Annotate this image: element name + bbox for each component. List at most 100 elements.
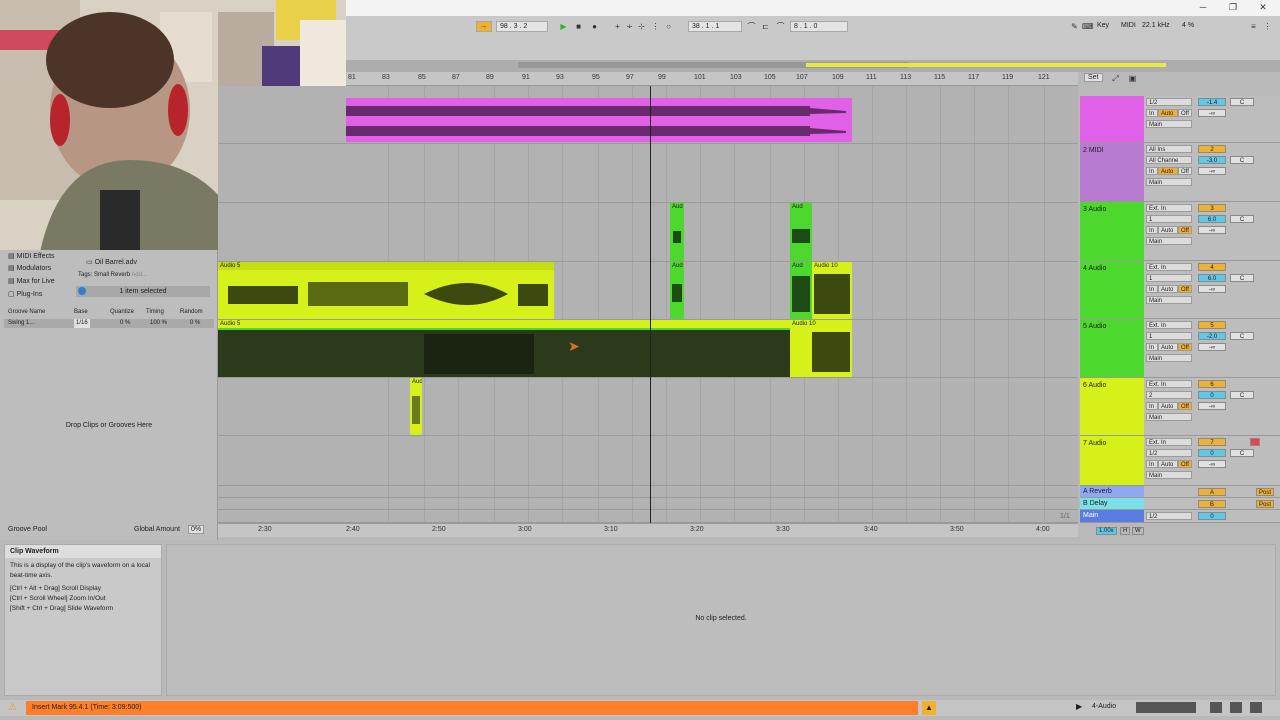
add-tag-button[interactable]: Add... [131,272,147,278]
monitor-off-button[interactable]: Off [1178,109,1192,117]
track-header-3[interactable]: 3 Audio Ext. In 1 In Auto Off Main 3 6.0… [1080,202,1280,261]
monitor-in-button[interactable]: In [1146,167,1158,175]
groove-random[interactable]: 0 % [190,319,200,328]
punch-in-icon[interactable]: ⌒ [746,21,757,32]
track-name[interactable]: A Reverb [1080,486,1144,497]
pan-field[interactable]: C [1230,156,1254,164]
return-lane-a[interactable] [218,486,1078,498]
input-selector[interactable]: All Ins [1146,145,1192,153]
audio-clip[interactable]: Audio 10 [790,320,852,377]
monitor-off-button[interactable]: Off [1178,226,1192,234]
w-button[interactable]: W [1132,527,1144,535]
monitor-in-button[interactable]: In [1146,460,1158,468]
output-selector[interactable]: Main [1146,237,1192,245]
volume-field[interactable]: 6.0 [1198,215,1226,223]
volume-field[interactable]: -1.4 [1198,98,1226,106]
input-selector[interactable]: 1/2 [1146,98,1192,106]
audio-clip[interactable]: Aud [790,262,812,319]
key-map-icon[interactable]: ⌨ [1082,21,1094,32]
monitor-off-button[interactable]: Off [1178,285,1192,293]
file-item[interactable]: ▭ Oil Barrel.adv [86,258,137,266]
input-selector[interactable]: 1/2 [1146,512,1192,520]
session-record-icon[interactable]: ○ [663,21,674,32]
automation-arm-icon[interactable]: ∻ [624,21,635,32]
browser-item-midi-effects[interactable]: ▤ MIDI Effects [8,252,55,260]
view-toggle-icon[interactable] [1250,702,1262,713]
pan-field[interactable]: C [1230,449,1254,457]
output-selector[interactable]: Main [1146,471,1192,479]
arm-button[interactable] [1250,438,1260,446]
monitor-in-button[interactable]: In [1146,285,1158,293]
send-field[interactable]: -∞ [1198,343,1226,351]
monitor-auto-button[interactable]: Auto [1158,167,1178,175]
track-header-2[interactable]: 2 MIDI All Ins All Channe In Auto Off Ma… [1080,143,1280,202]
post-button[interactable]: Post [1256,500,1274,508]
send-field[interactable]: -∞ [1198,460,1226,468]
zoom-field[interactable]: 1.00x [1096,527,1117,535]
monitor-off-button[interactable]: Off [1178,402,1192,410]
send-field[interactable]: -∞ [1198,402,1226,410]
monitor-auto-button[interactable]: Auto [1158,343,1178,351]
input-selector[interactable]: Ext. In [1146,321,1192,329]
record-icon[interactable]: ● [589,21,600,32]
groove-timing[interactable]: 100 % [150,319,167,328]
track-name[interactable]: 3 Audio [1080,202,1144,260]
midi-map-label[interactable]: MIDI [1121,22,1136,29]
track-name[interactable]: 2 MIDI [1080,143,1144,201]
track-number[interactable]: 4 [1198,263,1226,271]
beat-time-ruler[interactable]: 81 83 85 87 89 91 93 95 97 99 101 103 10… [346,72,1078,86]
clip-detail-view[interactable]: No clip selected. [166,544,1276,696]
output-selector[interactable]: Main [1146,296,1192,304]
send-field[interactable]: -∞ [1198,285,1226,293]
return-track-b[interactable]: B Delay B Post [1080,498,1280,510]
track-number[interactable]: 2 [1198,145,1226,153]
re-enable-automation-icon[interactable]: ⊹ [636,21,647,32]
arrangement-position-field[interactable]: 38 . 1 . 1 [688,21,742,32]
pan-field[interactable]: C [1230,391,1254,399]
audio-clip[interactable]: Audio 10 [812,262,852,319]
volume-field[interactable]: -3.0 [1198,156,1226,164]
play-triangle-icon[interactable]: ▶ [1076,702,1082,711]
draw-mode-icon[interactable]: ✎ [1069,21,1080,32]
send-field[interactable]: -∞ [1198,109,1226,117]
overdub-icon[interactable]: + [612,21,623,32]
time-ruler[interactable]: 2:30 2:40 2:50 3:00 3:10 3:20 3:30 3:40 … [218,523,1078,537]
view-toggle-icon[interactable] [1210,702,1222,713]
send-field[interactable]: -∞ [1198,167,1226,175]
monitor-in-button[interactable]: In [1146,402,1158,410]
send-field[interactable]: -∞ [1198,226,1226,234]
key-map-label[interactable]: Key [1097,22,1109,29]
input-selector[interactable]: Ext. In [1146,204,1192,212]
track-name[interactable]: 5 Audio [1080,319,1144,377]
main-track[interactable]: Main 1/2 0 [1080,510,1280,523]
input-selector[interactable]: Ext. In [1146,438,1192,446]
loop-length-field[interactable]: 8 . 1 . 0 [790,21,848,32]
tag-chip[interactable]: Small Reverb [94,272,130,278]
track-name[interactable]: 6 Audio [1080,378,1144,435]
monitor-off-button[interactable]: Off [1178,460,1192,468]
output-selector[interactable]: Main [1146,413,1192,421]
monitor-auto-button[interactable]: Auto [1158,226,1178,234]
set-locator-button[interactable]: Set [1084,73,1103,82]
input-selector[interactable]: Ext. In [1146,380,1192,388]
track-name[interactable] [1080,96,1144,142]
punch-out-icon[interactable]: ⌒ [775,21,786,32]
track-number[interactable]: B [1198,500,1226,508]
groove-row[interactable]: Swing 1... 1/16 0 % 100 % 0 % [4,319,214,328]
track-lane-6[interactable] [218,378,1078,436]
monitor-in-button[interactable]: In [1146,226,1158,234]
monitor-off-button[interactable]: Off [1178,343,1192,351]
pan-field[interactable]: C [1230,274,1254,282]
track-header-5[interactable]: 5 Audio Ext. In 1 In Auto Off Main 5 -2.… [1080,319,1280,378]
audio-clip[interactable] [346,98,852,142]
track-lane-3[interactable] [218,203,1078,262]
browser-item-max-for-live[interactable]: ▤ Max for Live [8,277,55,285]
menu-icon[interactable]: ≡ [1248,21,1259,32]
tempo-nudge-button[interactable]: → [476,21,492,32]
track-name[interactable]: 7 Audio [1080,436,1144,485]
return-lane-b[interactable] [218,498,1078,510]
capture-midi-icon[interactable]: ⋮ [650,21,661,32]
output-selector[interactable]: Main [1146,354,1192,362]
groove-base[interactable]: 1/16 [74,319,90,328]
loop-icon[interactable]: ⊏ [760,21,771,32]
